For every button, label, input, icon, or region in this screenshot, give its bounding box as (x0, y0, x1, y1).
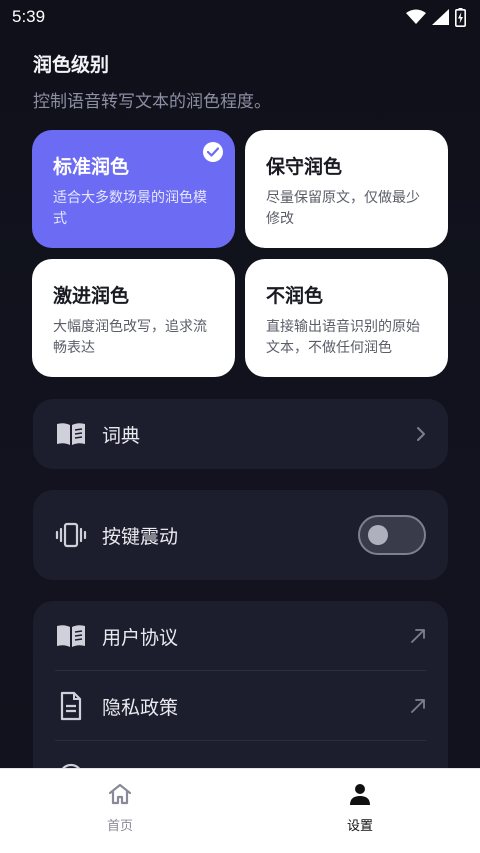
level-desc: 直接输出语音识别的原始文本，不做任何润色 (266, 319, 420, 356)
user-agreement-row[interactable]: 用户协议 (33, 601, 448, 671)
level-card-aggressive[interactable]: 激进润色 大幅度润色改写，追求流畅表达 (32, 259, 235, 377)
battery-charging-icon (455, 7, 466, 27)
status-time: 5:39 (12, 7, 46, 26)
level-name: 不润色 (266, 285, 324, 307)
chevron-right-icon (416, 426, 426, 442)
nav-label: 设置 (346, 819, 373, 834)
status-bar: 5:39 (0, 0, 480, 34)
external-arrow-icon (410, 628, 426, 644)
book-icon (55, 620, 87, 652)
nav-settings[interactable]: 设置 (240, 769, 480, 853)
book-icon (55, 418, 87, 450)
dictionary-panel: 词典 (33, 399, 448, 469)
vibration-icon (55, 519, 87, 551)
links-panel: 用户协议 隐私政策 (33, 601, 448, 771)
partial-row (33, 741, 448, 771)
level-card-conservative[interactable]: 保守润色 尽量保留原文，仅做最少修改 (245, 130, 448, 248)
level-desc: 尽量保留原文，仅做最少修改 (266, 190, 420, 227)
dictionary-row[interactable]: 词典 (33, 399, 448, 469)
person-icon (348, 782, 372, 810)
level-name: 保守润色 (266, 156, 343, 178)
privacy-policy-row[interactable]: 隐私政策 (33, 671, 448, 741)
section-subtitle: 控制语音转写文本的润色程度。 (33, 92, 271, 112)
bottom-nav: 首页 设置 (0, 768, 480, 853)
level-card-standard[interactable]: 标准润色 适合大多数场景的润色模式 (32, 130, 235, 248)
row-label: 词典 (102, 424, 141, 447)
vibration-row: 按键震动 (33, 490, 448, 580)
polish-level-grid: 标准润色 适合大多数场景的润色模式 保守润色 尽量保留原文，仅做最少修改 激进润… (32, 130, 448, 377)
vibration-toggle[interactable] (358, 515, 426, 555)
level-desc: 大幅度润色改写，追求流畅表达 (53, 319, 207, 356)
level-card-none[interactable]: 不润色 直接输出语音识别的原始文本，不做任何润色 (245, 259, 448, 377)
check-icon (203, 142, 223, 162)
document-icon (55, 690, 87, 722)
status-icons (406, 7, 466, 27)
nav-home[interactable]: 首页 (0, 769, 240, 853)
nav-label: 首页 (106, 819, 133, 834)
level-name: 激进润色 (53, 285, 130, 307)
signal-icon (432, 9, 449, 25)
wifi-icon (406, 9, 426, 25)
level-name: 标准润色 (53, 156, 130, 178)
row-label: 按键震动 (102, 525, 179, 548)
row-label: 用户协议 (102, 626, 179, 649)
home-icon (107, 782, 133, 810)
row-label: 隐私政策 (102, 696, 179, 719)
vibration-panel: 按键震动 (33, 490, 448, 580)
external-arrow-icon (410, 698, 426, 714)
level-desc: 适合大多数场景的润色模式 (53, 190, 207, 227)
toggle-knob (368, 525, 388, 545)
section-title: 润色级别 (33, 54, 110, 76)
